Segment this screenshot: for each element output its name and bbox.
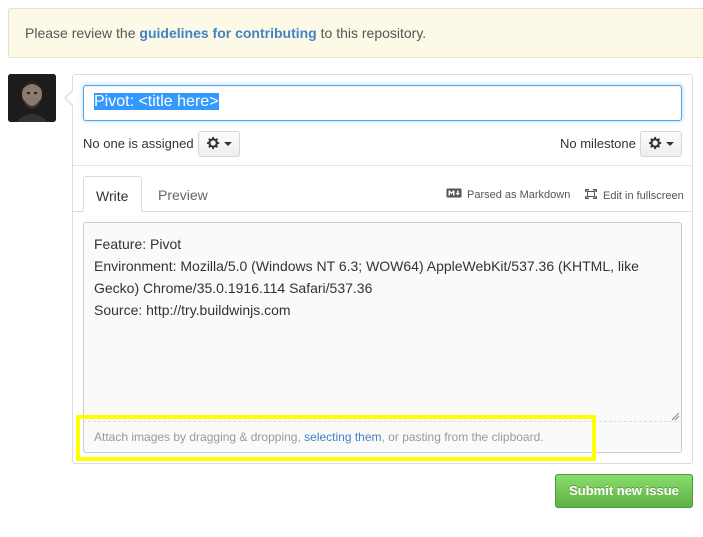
issue-body-textarea[interactable]: Feature: Pivot Environment: Mozilla/5.0 … [83, 222, 682, 421]
flash-suffix: to this repository. [316, 25, 427, 41]
body-line: Source: http://try.buildwinjs.com [94, 302, 291, 318]
chevron-down-icon [223, 142, 232, 146]
avatar [8, 74, 56, 122]
milestone-settings-button[interactable] [640, 131, 682, 157]
markdown-help-link[interactable]: Parsed as Markdown [446, 188, 570, 201]
divider [73, 165, 692, 166]
attach-suffix: , or pasting from the clipboard. [381, 430, 544, 444]
fullscreen-link[interactable]: Edit in fullscreen [584, 188, 684, 203]
flash-prefix: Please review the [25, 25, 140, 41]
chevron-down-icon [665, 142, 674, 146]
gear-icon [648, 136, 663, 153]
select-files-link[interactable]: selecting them [304, 430, 381, 444]
body-line: Gecko) Chrome/35.0.1916.114 Safari/537.3… [94, 280, 373, 296]
submit-issue-button[interactable]: Submit new issue [555, 474, 693, 508]
tab-preview[interactable]: Preview [146, 176, 220, 212]
markdown-label: Parsed as Markdown [467, 188, 571, 201]
issue-title-input[interactable]: Pivot: <title here> [83, 85, 682, 121]
fullscreen-label: Edit in fullscreen [603, 189, 684, 202]
fullscreen-icon [584, 188, 598, 203]
guidelines-link[interactable]: guidelines for contributing [139, 25, 316, 41]
milestone-status: No milestone [560, 136, 636, 151]
attach-prefix: Attach images by dragging & dropping, [94, 430, 305, 444]
assignee-status: No one is assigned [83, 136, 194, 151]
contributing-flash: Please review the guidelines for contrib… [8, 8, 703, 58]
tab-write[interactable]: Write [83, 176, 142, 212]
assignee-settings-button[interactable] [198, 131, 240, 157]
body-line: Feature: Pivot [94, 236, 182, 252]
body-line: Environment: Mozilla/5.0 (Windows NT 6.3… [94, 258, 639, 274]
markdown-icon [446, 188, 462, 201]
title-selected-text: Pivot: <title here> [94, 93, 219, 110]
attach-images-bar[interactable]: Attach images by dragging & dropping, se… [83, 421, 682, 453]
gear-icon [206, 136, 221, 153]
